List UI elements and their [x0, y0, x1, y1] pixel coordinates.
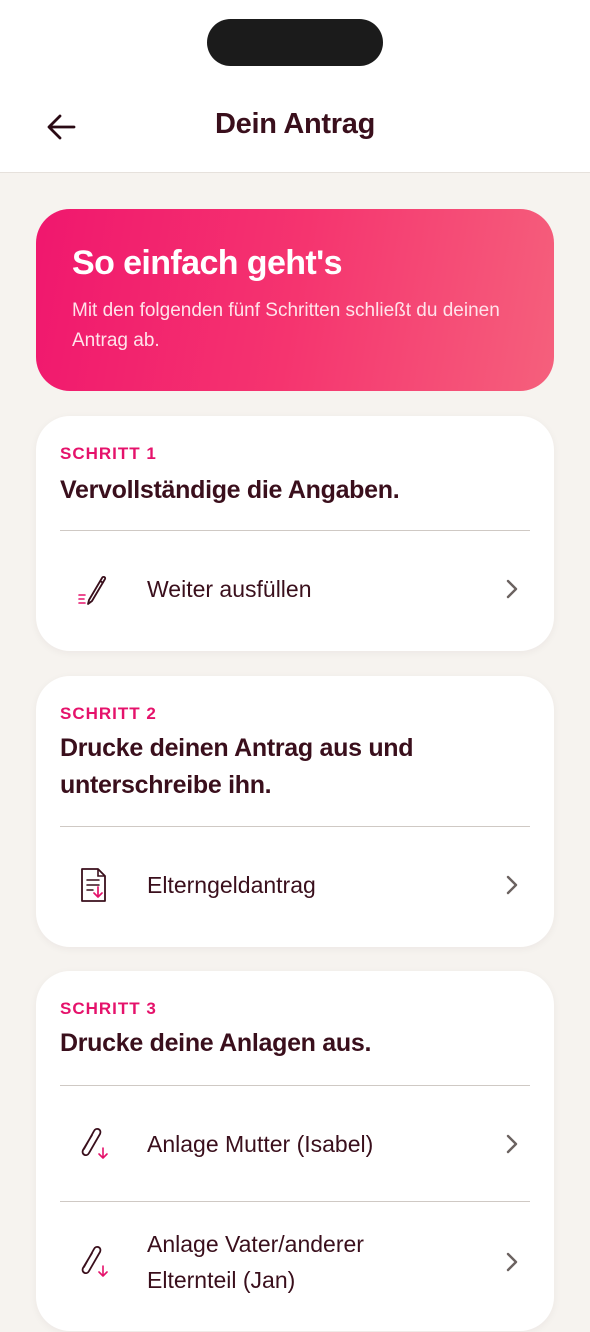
intro-banner: So einfach geht's Mit den folgenden fünf… [36, 209, 554, 391]
row-label: Anlage Mutter (Isabel) [147, 1131, 374, 1157]
step-card-2: SCHRITT 2 Drucke deinen Antrag aus und u… [36, 676, 554, 947]
row-label: Anlage Vater/anderer Elternteil (Jan) [147, 1231, 364, 1293]
attachment-father-row[interactable]: Anlage Vater/anderer Elternteil (Jan) [60, 1202, 530, 1332]
step-title: Drucke deinen Antrag aus und unterschrei… [60, 734, 414, 799]
intro-subtitle: Mit den folgenden fünf Schritten schließ… [72, 300, 500, 352]
step-label: SCHRITT 2 [60, 704, 157, 723]
application-download-row[interactable]: Elterngeldantrag [60, 827, 530, 943]
step-label: SCHRITT 1 [60, 444, 157, 463]
step-card-3: SCHRITT 3 Drucke deine Anlagen aus. Anla… [36, 971, 554, 1331]
intro-title: So einfach geht's [72, 244, 343, 282]
chevron-right-icon [506, 1134, 518, 1154]
page-title: Dein Antrag [215, 108, 375, 140]
pencil-icon [78, 576, 107, 605]
paperclip-download-icon [81, 1127, 108, 1159]
continue-filling-row[interactable]: Weiter ausfüllen [60, 531, 530, 647]
step-card-1: SCHRITT 1 Vervollständige die Angaben. W… [36, 416, 554, 651]
dynamic-island [207, 19, 383, 66]
chevron-right-icon [506, 1252, 518, 1272]
step-title: Drucke deine Anlagen aus. [60, 1029, 372, 1057]
document-download-icon [81, 868, 106, 902]
step-title: Vervollständige die Angaben. [60, 476, 400, 504]
chevron-right-icon [506, 579, 518, 599]
chevron-right-icon [506, 875, 518, 895]
row-label: Elterngeldantrag [147, 872, 316, 898]
paperclip-download-icon [81, 1245, 108, 1277]
step-label: SCHRITT 3 [60, 999, 157, 1018]
row-label: Weiter ausfüllen [147, 576, 312, 602]
status-bar [0, 0, 590, 90]
attachment-mother-row[interactable]: Anlage Mutter (Isabel) [60, 1086, 530, 1202]
app-header: Dein Antrag [0, 90, 590, 173]
